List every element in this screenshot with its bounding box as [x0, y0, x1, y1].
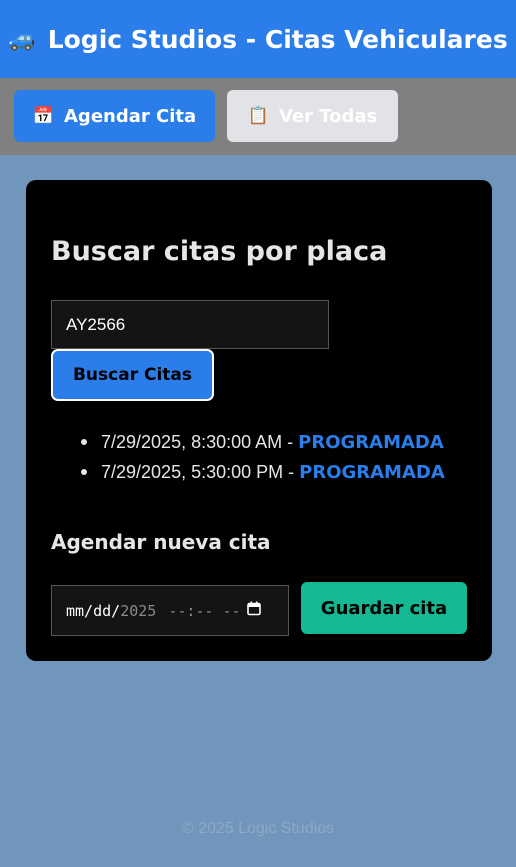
clipboard-icon: 📋 [247, 106, 269, 126]
agendar-cita-label: Agendar Cita [64, 105, 197, 127]
list-item: 7/29/2025, 8:30:00 AM - PROGRAMADA [81, 430, 445, 460]
ver-todas-button[interactable]: 📋 Ver Todas [227, 90, 398, 142]
app-title: Logic Studios - Citas Vehiculares [47, 24, 508, 54]
footer-text: © 2025 Logic Studios [181, 820, 335, 837]
car-icon: 🚙 [8, 26, 36, 52]
main-card: Buscar citas por placa Buscar Citas 7/29… [26, 180, 492, 661]
status-badge: PROGRAMADA [299, 462, 445, 483]
datetime-input[interactable]: mm/dd/2025 --:-- -- [51, 585, 289, 636]
list-item: 7/29/2025, 5:30:00 PM - PROGRAMADA [81, 460, 445, 490]
results-list: 7/29/2025, 8:30:00 AM - PROGRAMADA 7/29/… [81, 430, 445, 490]
search-button[interactable]: Buscar Citas [51, 349, 214, 401]
nav-bar: 📅 Agendar Cita 📋 Ver Todas [0, 78, 516, 155]
date-mmdd: mm/dd/ [66, 601, 121, 620]
search-heading: Buscar citas por placa [51, 236, 388, 267]
calendar-picker-icon[interactable] [246, 601, 261, 620]
status-badge: PROGRAMADA [298, 432, 444, 453]
separator: - [282, 432, 299, 452]
date-year: 2025 [120, 601, 157, 620]
save-button[interactable]: Guardar cita [301, 582, 467, 634]
appointment-datetime: 7/29/2025, 8:30:00 AM [101, 432, 283, 452]
appointment-datetime: 7/29/2025, 5:30:00 PM [101, 462, 284, 482]
agendar-cita-button[interactable]: 📅 Agendar Cita [14, 90, 215, 142]
ver-todas-label: Ver Todas [278, 105, 378, 127]
schedule-heading: Agendar nueva cita [51, 530, 271, 554]
app-header: 🚙 Logic Studios - Citas Vehiculares [0, 0, 516, 78]
separator: - [283, 462, 300, 482]
time-placeholder: --:-- -- [168, 601, 241, 620]
calendar-icon: 📅 [32, 106, 54, 126]
plate-input[interactable] [51, 300, 329, 349]
